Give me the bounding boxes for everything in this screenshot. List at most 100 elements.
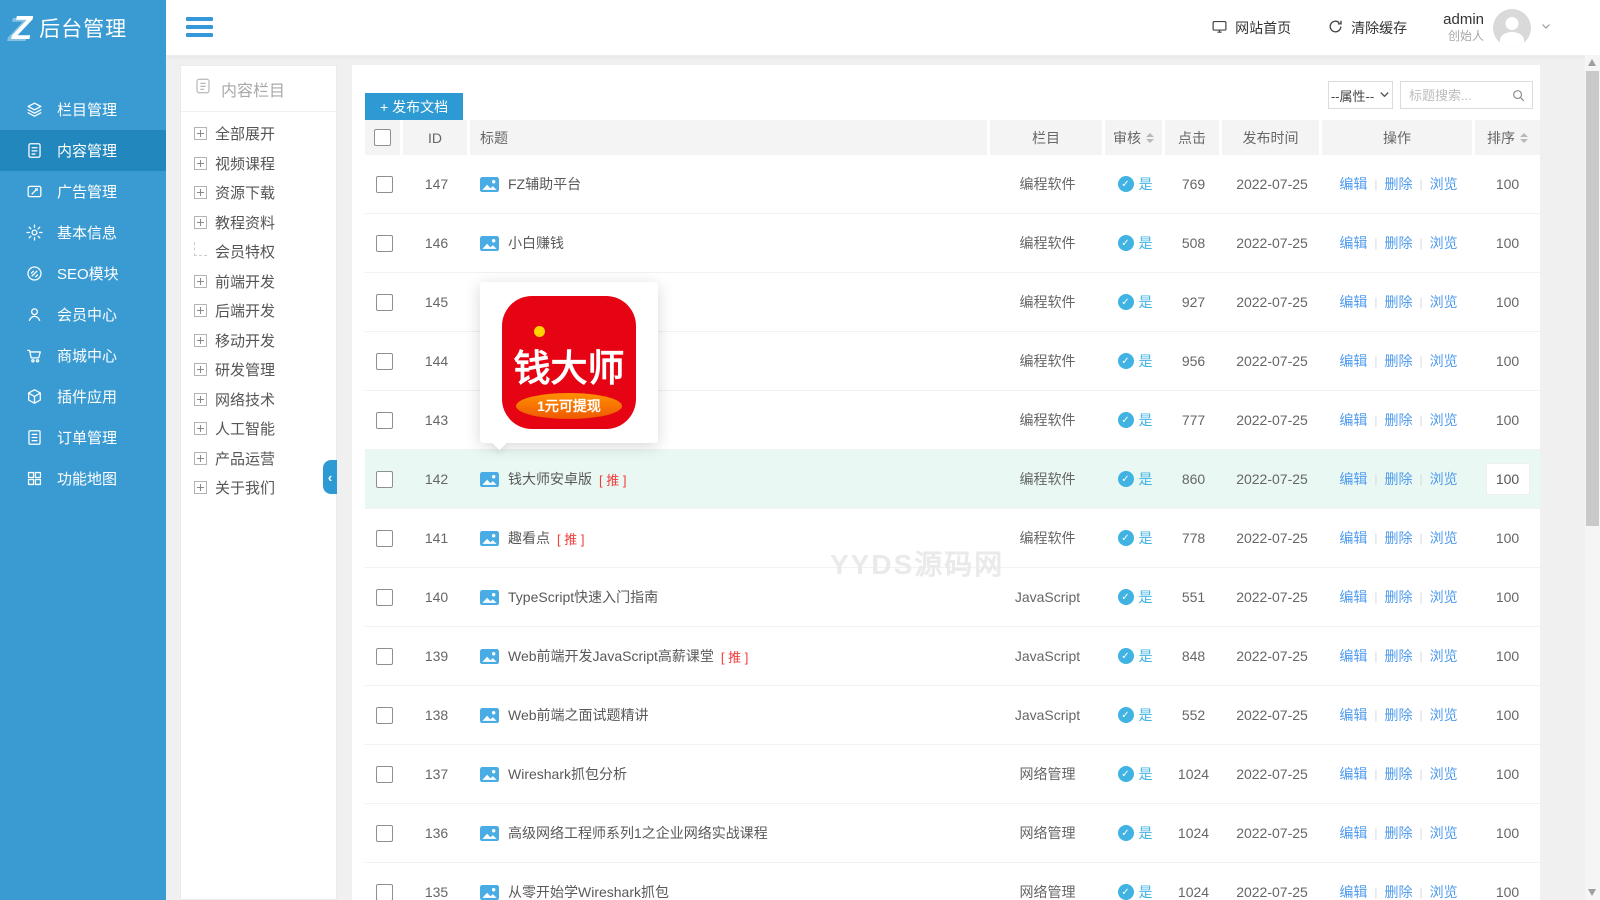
- edit-link[interactable]: 编辑: [1339, 410, 1367, 430]
- row-checkbox[interactable]: [376, 471, 393, 488]
- row-checkbox[interactable]: [376, 176, 393, 193]
- sort-input[interactable]: 100: [1486, 463, 1530, 495]
- view-link[interactable]: 浏览: [1430, 528, 1458, 548]
- document-title[interactable]: Web前端之面试题精讲: [508, 705, 649, 725]
- delete-link[interactable]: 删除: [1385, 528, 1413, 548]
- vertical-scrollbar[interactable]: [1585, 55, 1600, 900]
- expand-plus-icon[interactable]: [194, 452, 207, 465]
- title-search-input[interactable]: [1401, 82, 1511, 108]
- expand-plus-icon[interactable]: [194, 127, 207, 140]
- delete-link[interactable]: 删除: [1385, 469, 1413, 489]
- document-title[interactable]: 趣看点: [508, 528, 550, 548]
- document-title[interactable]: 钱大师安卓版: [508, 469, 592, 489]
- row-checkbox[interactable]: [376, 589, 393, 606]
- tree-item-backend[interactable]: 后端开发: [194, 296, 336, 326]
- sidebar-item-mall[interactable]: 商城中心: [0, 335, 166, 376]
- tree-item-rnd[interactable]: 研发管理: [194, 355, 336, 385]
- expand-plus-icon[interactable]: [194, 304, 207, 317]
- publish-document-button[interactable]: + 发布文档: [365, 93, 463, 121]
- edit-link[interactable]: 编辑: [1339, 764, 1367, 784]
- view-link[interactable]: 浏览: [1430, 882, 1458, 900]
- row-checkbox[interactable]: [376, 530, 393, 547]
- view-link[interactable]: 浏览: [1430, 174, 1458, 194]
- row-checkbox[interactable]: [376, 825, 393, 842]
- row-checkbox[interactable]: [376, 648, 393, 665]
- row-checkbox[interactable]: [376, 235, 393, 252]
- scroll-up-arrow[interactable]: [1588, 59, 1596, 66]
- tree-item-mobile[interactable]: 移动开发: [194, 326, 336, 356]
- expand-plus-icon[interactable]: [194, 157, 207, 170]
- row-checkbox[interactable]: [376, 766, 393, 783]
- delete-link[interactable]: 删除: [1385, 646, 1413, 666]
- row-checkbox[interactable]: [376, 884, 393, 900]
- delete-link[interactable]: 删除: [1385, 292, 1413, 312]
- sidebar-item-basic-info[interactable]: 基本信息: [0, 212, 166, 253]
- row-checkbox[interactable]: [376, 294, 393, 311]
- expand-plus-icon[interactable]: [194, 363, 207, 376]
- tree-item-vip[interactable]: 会员特权: [194, 237, 336, 267]
- clear-cache-link[interactable]: 清除缓存: [1327, 18, 1407, 38]
- view-link[interactable]: 浏览: [1430, 823, 1458, 843]
- document-title[interactable]: FZ辅助平台: [508, 174, 581, 194]
- scrollbar-thumb[interactable]: [1586, 71, 1599, 526]
- edit-link[interactable]: 编辑: [1339, 351, 1367, 371]
- tree-item-expand-all[interactable]: 全部展开: [194, 119, 336, 149]
- view-link[interactable]: 浏览: [1430, 351, 1458, 371]
- delete-link[interactable]: 删除: [1385, 587, 1413, 607]
- site-home-link[interactable]: 网站首页: [1211, 18, 1291, 38]
- tree-item-frontend[interactable]: 前端开发: [194, 267, 336, 297]
- tree-item-tutorial[interactable]: 教程资料: [194, 208, 336, 238]
- delete-link[interactable]: 删除: [1385, 705, 1413, 725]
- delete-link[interactable]: 删除: [1385, 174, 1413, 194]
- delete-link[interactable]: 删除: [1385, 233, 1413, 253]
- expand-plus-icon[interactable]: [194, 216, 207, 229]
- sidebar-item-content[interactable]: 内容管理: [0, 130, 166, 171]
- sidebar-item-members[interactable]: 会员中心: [0, 294, 166, 335]
- user-menu[interactable]: admin 创始人: [1443, 9, 1552, 47]
- row-checkbox[interactable]: [376, 412, 393, 429]
- view-link[interactable]: 浏览: [1430, 705, 1458, 725]
- sort-icon[interactable]: [1520, 133, 1528, 143]
- sidebar-item-seo[interactable]: SEO模块: [0, 253, 166, 294]
- edit-link[interactable]: 编辑: [1339, 233, 1367, 253]
- document-title[interactable]: Web前端开发JavaScript高薪课堂: [508, 646, 714, 666]
- edit-link[interactable]: 编辑: [1339, 882, 1367, 900]
- delete-link[interactable]: 删除: [1385, 410, 1413, 430]
- document-title[interactable]: 从零开始学Wireshark抓包: [508, 882, 669, 900]
- expand-plus-icon[interactable]: [194, 186, 207, 199]
- delete-link[interactable]: 删除: [1385, 823, 1413, 843]
- delete-link[interactable]: 删除: [1385, 351, 1413, 371]
- attribute-filter-select[interactable]: --属性--: [1328, 81, 1393, 109]
- sidebar-item-ads[interactable]: 广告管理: [0, 171, 166, 212]
- row-checkbox[interactable]: [376, 707, 393, 724]
- tree-item-ai[interactable]: 人工智能: [194, 414, 336, 444]
- view-link[interactable]: 浏览: [1430, 233, 1458, 253]
- view-link[interactable]: 浏览: [1430, 587, 1458, 607]
- expand-plus-icon[interactable]: [194, 275, 207, 288]
- document-title[interactable]: 高级网络工程师系列1之企业网络实战课程: [508, 823, 768, 843]
- sidebar-item-sitemap[interactable]: 功能地图: [0, 458, 166, 499]
- sidebar-item-plugins[interactable]: 插件应用: [0, 376, 166, 417]
- select-all-checkbox[interactable]: [374, 129, 391, 146]
- view-link[interactable]: 浏览: [1430, 292, 1458, 312]
- view-link[interactable]: 浏览: [1430, 764, 1458, 784]
- document-title[interactable]: TypeScript快速入门指南: [508, 587, 658, 607]
- edit-link[interactable]: 编辑: [1339, 528, 1367, 548]
- edit-link[interactable]: 编辑: [1339, 646, 1367, 666]
- sidebar-item-orders[interactable]: 订单管理: [0, 417, 166, 458]
- delete-link[interactable]: 删除: [1385, 764, 1413, 784]
- view-link[interactable]: 浏览: [1430, 469, 1458, 489]
- view-link[interactable]: 浏览: [1430, 646, 1458, 666]
- row-checkbox[interactable]: [376, 353, 393, 370]
- expand-plus-icon[interactable]: [194, 334, 207, 347]
- document-title[interactable]: 小白赚钱: [508, 233, 564, 253]
- hamburger-icon[interactable]: [186, 17, 213, 41]
- edit-link[interactable]: 编辑: [1339, 823, 1367, 843]
- edit-link[interactable]: 编辑: [1339, 469, 1367, 489]
- tree-item-about[interactable]: 关于我们: [194, 473, 336, 503]
- search-icon[interactable]: [1511, 88, 1526, 103]
- header-sort[interactable]: 排序: [1475, 120, 1540, 155]
- edit-link[interactable]: 编辑: [1339, 587, 1367, 607]
- sidebar-item-columns[interactable]: 栏目管理: [0, 89, 166, 130]
- header-review[interactable]: 审核: [1105, 120, 1165, 155]
